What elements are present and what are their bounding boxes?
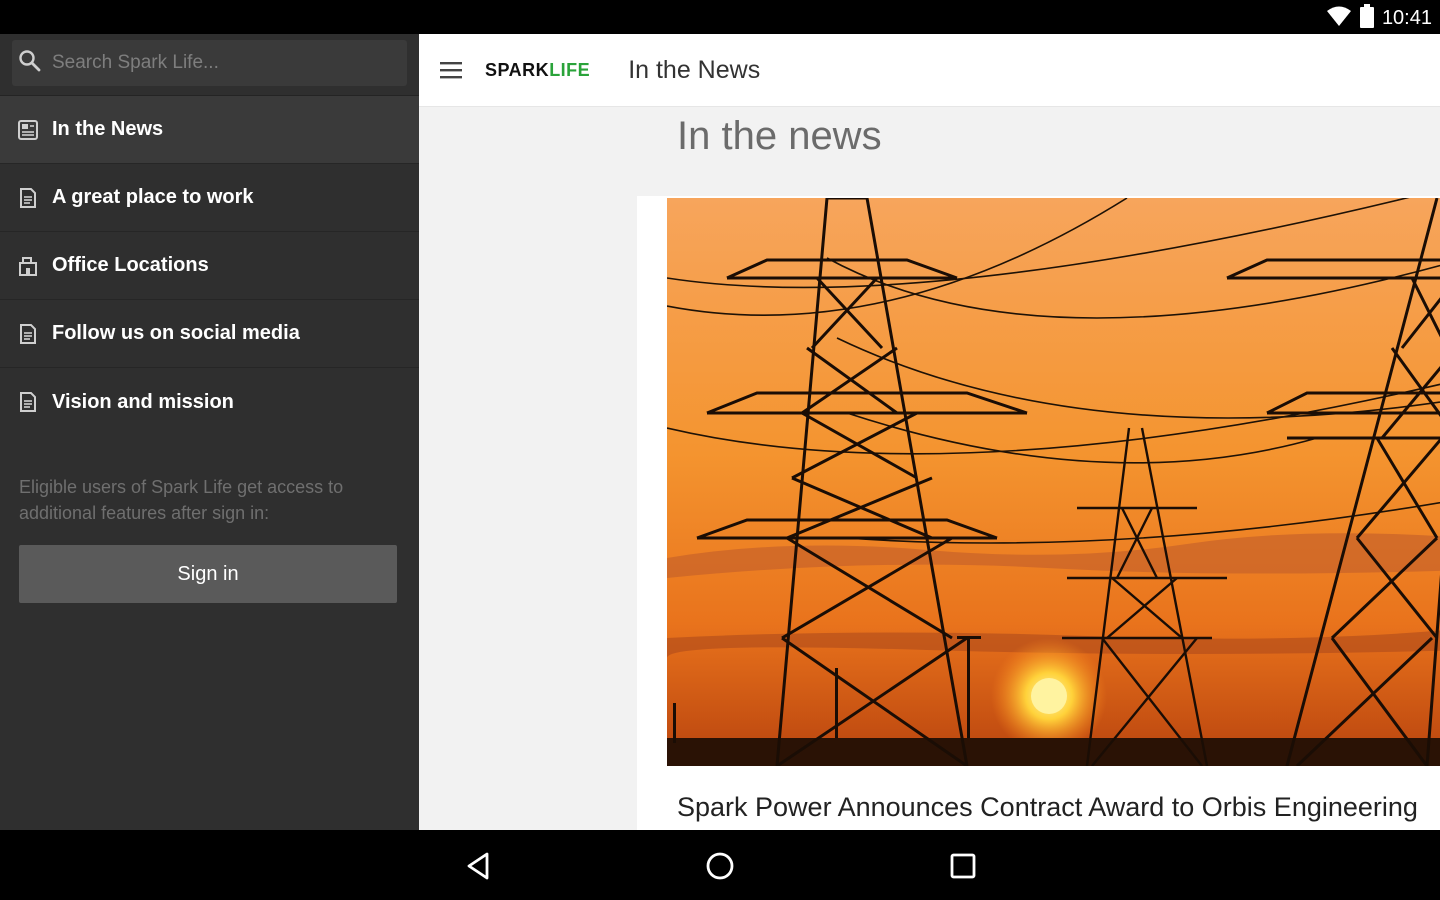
search-icon: [18, 49, 42, 78]
navigation-drawer: In the News A great place to work Office…: [0, 34, 419, 830]
nav-item-label: A great place to work: [52, 186, 254, 208]
nav-item-label: In the News: [52, 118, 164, 140]
signin-note: Eligible users of Spark Life get access …: [19, 477, 344, 523]
search-box[interactable]: [12, 40, 407, 86]
recent-apps-icon[interactable]: [941, 844, 985, 888]
nav-item-label: Vision and mission: [52, 390, 234, 413]
document-icon: [16, 390, 40, 414]
app-bar: SPARKLIFE In the News: [419, 34, 1440, 107]
status-bar: 10:41: [0, 0, 1440, 34]
nav-item-in-the-news[interactable]: In the News: [0, 96, 419, 164]
article-title[interactable]: Spark Power Announces Contract Award to …: [677, 792, 1418, 823]
document-icon: [16, 322, 40, 346]
sign-in-button[interactable]: Sign in: [19, 545, 397, 603]
document-icon: [16, 186, 40, 210]
wifi-icon: [1326, 5, 1352, 32]
nav-item-social-media[interactable]: Follow us on social media: [0, 300, 419, 368]
search-input[interactable]: [42, 52, 407, 74]
main-content: SPARKLIFE In the News In the news Spark …: [419, 34, 1440, 830]
battery-icon: [1359, 3, 1374, 33]
status-icons: 10:41: [1326, 3, 1432, 33]
nav-item-label: Follow us on social media: [52, 322, 300, 344]
logo-life-text: LIFE: [549, 59, 591, 80]
nav-item-office-locations[interactable]: Office Locations: [0, 232, 419, 300]
nav-item-label: Office Locations: [52, 254, 209, 276]
status-time: 10:41: [1381, 6, 1432, 29]
section-heading: In the news: [677, 114, 882, 158]
back-icon[interactable]: [456, 844, 500, 888]
system-navigation-bar: [0, 830, 1440, 900]
hamburger-menu-icon[interactable]: [431, 50, 471, 90]
sparklife-logo: SPARKLIFE: [485, 60, 590, 81]
building-icon: [16, 254, 40, 278]
nav-item-vision-and-mission[interactable]: Vision and mission: [0, 368, 419, 436]
news-card[interactable]: Spark Power Announces Contract Award to …: [637, 196, 1440, 830]
logo-spark-text: SPARK: [485, 59, 550, 80]
search-container: [0, 34, 419, 96]
newspaper-icon: [16, 118, 40, 142]
article-image[interactable]: [667, 198, 1440, 766]
nav-item-great-place-to-work[interactable]: A great place to work: [0, 164, 419, 232]
app-bar-title: In the News: [628, 55, 761, 84]
home-icon[interactable]: [698, 844, 742, 888]
